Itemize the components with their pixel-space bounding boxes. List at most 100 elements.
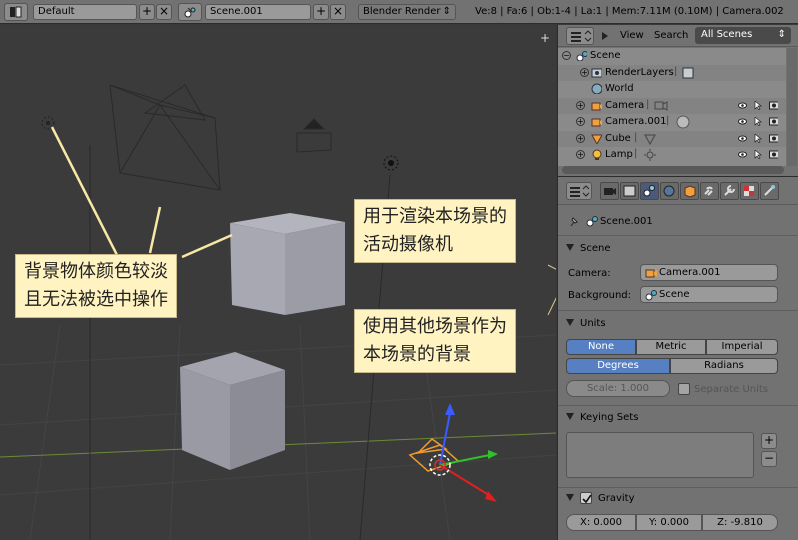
mesh-object-icon <box>591 134 602 144</box>
unit-system-none[interactable]: None <box>566 339 636 355</box>
camera-object-icon <box>645 269 657 278</box>
expand-icon[interactable]: + <box>580 67 589 77</box>
expand-icon[interactable]: + <box>576 133 585 143</box>
separator: | <box>634 148 638 159</box>
tab-physics[interactable] <box>760 182 779 200</box>
panel-expanded-icon <box>566 319 574 326</box>
checkmark-icon <box>582 494 592 504</box>
transform-gizmo <box>429 403 498 502</box>
gravity-z-field[interactable]: Z: -9.810 <box>702 514 778 531</box>
collapse-icon[interactable]: − <box>562 51 571 60</box>
tab-modifiers[interactable] <box>720 182 739 200</box>
tab-render[interactable] <box>600 182 619 200</box>
3d-viewport[interactable]: + 背景物体颜色较淡 且无法被选中操作 用于渲染本场景的 活动摄像机 使用其他场… <box>0 25 556 540</box>
camera-object-icon <box>591 102 602 110</box>
separate-units-checkbox[interactable] <box>678 383 690 395</box>
tree-label: Camera <box>605 99 645 111</box>
tab-scene[interactable] <box>640 182 659 200</box>
scene-name-field[interactable]: Scene.001 <box>205 4 311 20</box>
camera-object-icon <box>591 118 602 127</box>
keying-sets-list[interactable] <box>566 432 754 478</box>
checker-icon <box>744 186 754 196</box>
vertical-scrollbar[interactable] <box>787 48 797 166</box>
info-header: Default + × Scene.001 + × Blender Render… <box>0 0 798 24</box>
cursor-icon[interactable] <box>754 150 763 159</box>
menu-view[interactable]: View <box>620 30 644 41</box>
tab-object[interactable] <box>680 182 699 200</box>
pin-icon[interactable] <box>568 215 580 227</box>
panel-header-gravity[interactable]: Gravity <box>558 489 798 509</box>
scene-icon <box>643 185 655 197</box>
horizontal-scrollbar[interactable] <box>562 166 784 174</box>
background-cube <box>230 213 345 315</box>
add-keying-set-button[interactable]: + <box>761 433 777 449</box>
cursor-icon[interactable] <box>754 133 763 143</box>
tree-label: RenderLayers <box>605 66 674 78</box>
gravity-y-field[interactable]: Y: 0.000 <box>636 514 702 531</box>
panel-header-keying-sets[interactable]: Keying Sets <box>558 408 798 428</box>
add-scene-button[interactable]: + <box>313 4 329 20</box>
screen-layout-field[interactable]: Default <box>33 4 137 20</box>
background-camera <box>109 84 221 191</box>
expand-icon[interactable]: + <box>576 100 585 110</box>
tree-row-renderlayers[interactable]: + RenderLayers | <box>558 64 786 81</box>
render-engine-select[interactable]: Blender Render ⇕ <box>358 4 456 20</box>
divider <box>558 310 798 311</box>
tab-material[interactable] <box>740 182 759 200</box>
display-mode-select[interactable]: All Scenes ⇕ <box>695 27 791 44</box>
gravity-checkbox[interactable] <box>580 492 592 504</box>
render-icon[interactable] <box>769 150 778 159</box>
panel-header-units[interactable]: Units <box>558 314 798 334</box>
properties-editor-type-button[interactable] <box>566 182 592 200</box>
delete-scene-button[interactable]: × <box>330 4 346 20</box>
tab-constraints[interactable] <box>700 182 719 200</box>
divider <box>558 487 798 488</box>
menu-search[interactable]: Search <box>654 30 688 41</box>
tree-row-world[interactable]: World <box>558 81 786 98</box>
render-layers-icon <box>591 68 602 77</box>
panel-title: Gravity <box>598 493 635 504</box>
add-layout-button[interactable]: + <box>139 4 155 20</box>
unit-system-metric[interactable]: Metric <box>636 339 706 355</box>
render-icon[interactable] <box>769 117 778 126</box>
gravity-x-field[interactable]: X: 0.000 <box>566 514 636 531</box>
render-icon[interactable] <box>769 101 778 110</box>
background-scene-field[interactable]: Scene <box>640 286 778 303</box>
eye-icon[interactable] <box>738 134 747 143</box>
tree-label: World <box>605 83 634 94</box>
rotation-degrees[interactable]: Degrees <box>566 358 670 374</box>
lamp-object-icon <box>592 149 602 160</box>
scene-icon <box>645 290 657 301</box>
active-camera-field[interactable]: Camera.001 <box>640 264 778 281</box>
eye-icon[interactable] <box>738 101 747 110</box>
unit-scale-field[interactable]: Scale: 1.000 <box>566 380 670 397</box>
render-icon[interactable] <box>769 134 778 143</box>
rotation-radians[interactable]: Radians <box>670 358 778 374</box>
unit-system-imperial[interactable]: Imperial <box>706 339 778 355</box>
tree-row-scene[interactable]: − Scene <box>558 48 786 65</box>
remove-keying-set-button[interactable]: − <box>761 451 777 467</box>
constraint-icon <box>704 186 713 196</box>
panel-title: Keying Sets <box>580 412 639 423</box>
outliner-editor-type-button[interactable] <box>566 27 594 45</box>
eye-icon[interactable] <box>738 117 747 126</box>
callout-background-scene: 使用其他场景作为 本场景的背景 <box>354 309 516 373</box>
callout-line: 使用其他场景作为 <box>363 316 507 337</box>
tab-world[interactable] <box>660 182 679 200</box>
menu-collapse-icon[interactable] <box>602 32 608 40</box>
render-layer-sub-icon <box>682 67 694 78</box>
expand-icon[interactable]: + <box>576 150 585 159</box>
eye-icon[interactable] <box>738 150 747 159</box>
delete-layout-button[interactable]: × <box>156 4 172 20</box>
editor-type-button[interactable] <box>4 3 28 21</box>
divider <box>558 235 798 236</box>
cursor-icon[interactable] <box>754 117 763 126</box>
outliner-tree: − Scene + RenderLayers | World + Camera … <box>558 48 786 166</box>
dropdown-arrow-icon: ⇕ <box>442 6 451 17</box>
scene-icon-button[interactable] <box>178 3 202 21</box>
tab-render-layers[interactable] <box>620 182 639 200</box>
panel-header-scene[interactable]: Scene <box>558 239 798 259</box>
expand-icon[interactable]: + <box>576 117 585 126</box>
cursor-icon[interactable] <box>754 100 763 110</box>
outliner-icon <box>571 30 592 42</box>
